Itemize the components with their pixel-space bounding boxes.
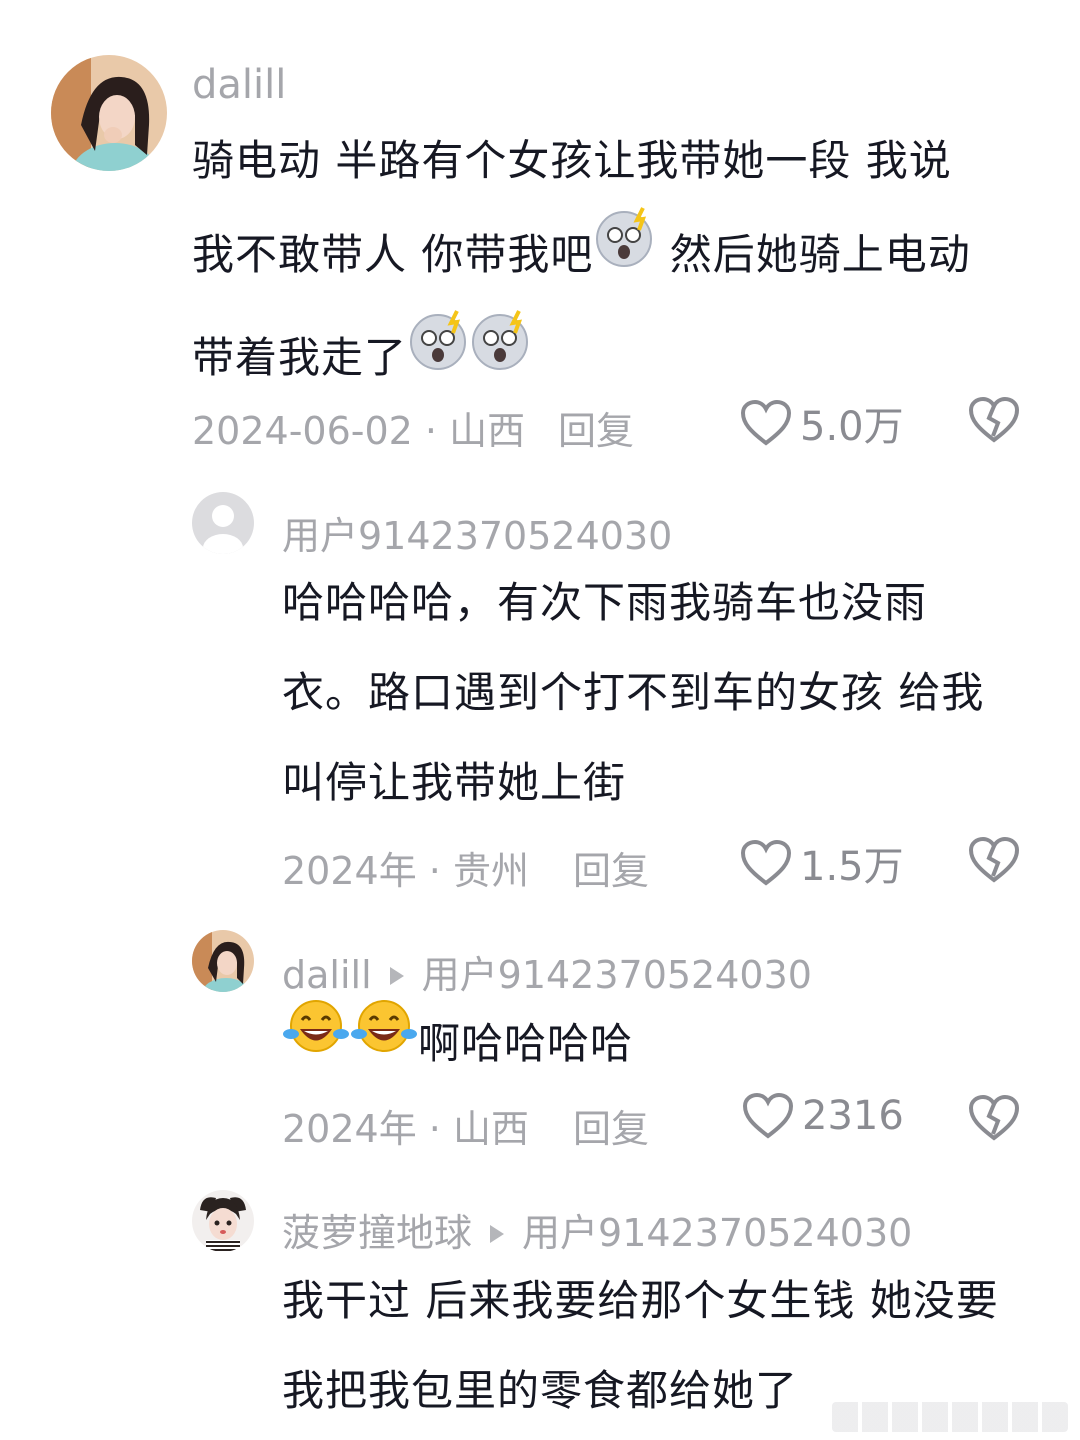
tears-of-joy-emoji [350,996,418,1087]
comment-line: 骑电动 半路有个女孩让我带她一段 我说 [192,136,952,185]
comment-text: 骑电动 半路有个女孩让我带她一段 我说 我不敢带人 你带我吧 然后她骑上电动 带… [192,116,971,412]
reply-button[interactable]: 回复 [558,400,634,455]
bottom-fade-overlay [832,1402,1068,1432]
timestamp-location: 2024年 · 山西 [282,1107,529,1151]
like-count: 5.0万 [800,404,904,450]
avatar[interactable] [192,492,254,554]
reply-button[interactable]: 回复 [573,1098,649,1153]
comment-line: 叫停让我带她上街 [282,758,627,807]
timestamp-location: 2024年 · 贵州 [282,849,529,893]
shocked-face-emoji [407,309,469,402]
avatar[interactable] [51,55,167,171]
shocked-face-emoji [469,309,531,402]
reply-button[interactable]: 回复 [573,840,649,895]
reply-author[interactable]: dalill [282,953,372,997]
shocked-face-emoji [593,206,655,299]
comment-line: 我干过 后来我要给那个女生钱 她没要 [282,1276,999,1325]
heart-outline-icon [740,839,792,886]
username[interactable]: dalill 用户9142370524030 [282,944,812,999]
like-count: 2316 [802,1093,904,1139]
play-triangle-icon [389,966,404,985]
like-button[interactable]: 5.0万 [740,394,904,452]
play-triangle-icon [490,1224,505,1243]
like-button[interactable]: 2316 [742,1092,904,1140]
like-count: 1.5万 [800,844,904,890]
tears-of-joy-emoji [282,996,350,1087]
heart-outline-icon [740,399,792,446]
username[interactable]: 用户9142370524030 [282,505,672,560]
avatar[interactable] [192,1190,254,1252]
avatar[interactable] [192,930,254,992]
broken-heart-icon [968,396,1020,443]
like-button[interactable]: 1.5万 [740,834,904,892]
reply-target[interactable]: 用户9142370524030 [522,1211,912,1255]
dislike-button[interactable] [968,396,1020,448]
heart-outline-icon [742,1092,794,1139]
username[interactable]: dalill [192,62,286,108]
comment-text: 哈哈哈哈，有次下雨我骑车也没雨 衣。路口遇到个打不到车的女孩 给我 叫停让我带她… [282,558,984,828]
dislike-button[interactable] [968,836,1020,888]
comment-line: 我不敢带人 你带我吧 然后她骑上电动 [192,206,971,309]
reply-target[interactable]: 用户9142370524030 [422,953,812,997]
reply-author[interactable]: 菠萝撞地球 [282,1211,472,1255]
comment-line: 啊哈哈哈哈 [282,996,633,1097]
comment-line: 哈哈哈哈，有次下雨我骑车也没雨 [282,578,928,627]
comment-line: 衣。路口遇到个打不到车的女孩 给我 [282,668,985,717]
timestamp-location: 2024-06-02 · 山西 [192,409,526,453]
username[interactable]: 菠萝撞地球 用户9142370524030 [282,1202,912,1257]
comment-text: 啊哈哈哈哈 [282,996,633,1097]
dislike-button[interactable] [968,1094,1020,1146]
broken-heart-icon [968,836,1020,883]
broken-heart-icon [968,1094,1020,1141]
